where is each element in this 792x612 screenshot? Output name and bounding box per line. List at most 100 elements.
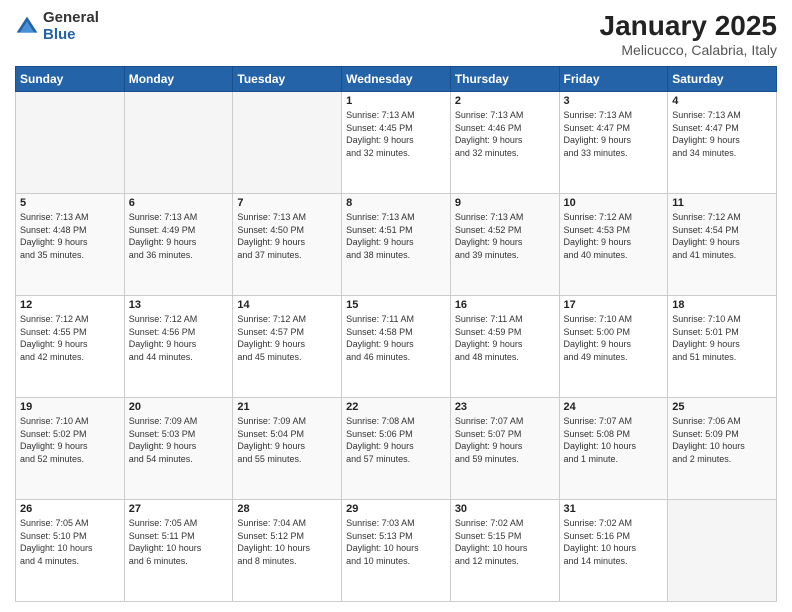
day-info: Sunrise: 7:13 AM Sunset: 4:48 PM Dayligh… [20, 211, 120, 261]
day-info: Sunrise: 7:07 AM Sunset: 5:08 PM Dayligh… [564, 415, 664, 465]
day-info: Sunrise: 7:08 AM Sunset: 5:06 PM Dayligh… [346, 415, 446, 465]
day-number: 18 [672, 299, 772, 311]
calendar-cell: 2Sunrise: 7:13 AM Sunset: 4:46 PM Daylig… [450, 92, 559, 194]
week-row-2: 5 Sunrise: 7:13 AM Sunset: 4:48 PM Daylig… [16, 194, 777, 296]
calendar-cell: 9 Sunrise: 7:13 AM Sunset: 4:52 PM Daylig… [450, 194, 559, 296]
day-number: 12 [20, 299, 120, 311]
day-number: 7 [237, 197, 337, 209]
day-info: Sunrise: 7:11 AM Sunset: 4:59 PM Dayligh… [455, 313, 555, 363]
day-info: Sunrise: 7:12 AM Sunset: 4:57 PM Dayligh… [237, 313, 337, 363]
calendar-cell: 22 Sunrise: 7:08 AM Sunset: 5:06 PM Dayli… [342, 398, 451, 500]
day-info: Sunrise: 7:12 AM Sunset: 4:55 PM Dayligh… [20, 313, 120, 363]
calendar-cell: 18 Sunrise: 7:10 AM Sunset: 5:01 PM Dayli… [668, 296, 777, 398]
calendar-cell: 1 Sunrise: 7:13 AM Sunset: 4:45 PM Daylig… [342, 92, 451, 194]
col-header-monday: Monday [124, 67, 233, 92]
day-info: Sunrise: 7:10 AM Sunset: 5:00 PM Dayligh… [564, 313, 664, 363]
calendar-subtitle: Melicucco, Calabria, Italy [600, 42, 777, 58]
day-info: Sunrise: 7:11 AM Sunset: 4:58 PM Dayligh… [346, 313, 446, 363]
calendar-cell: 3 Sunrise: 7:13 AM Sunset: 4:47 PM Daylig… [559, 92, 668, 194]
day-number: 26 [20, 503, 120, 515]
col-header-tuesday: Tuesday [233, 67, 342, 92]
calendar-cell: 17 Sunrise: 7:10 AM Sunset: 5:00 PM Dayli… [559, 296, 668, 398]
calendar-cell: 7 Sunrise: 7:13 AM Sunset: 4:50 PM Daylig… [233, 194, 342, 296]
calendar-cell: 29 Sunrise: 7:03 AM Sunset: 5:13 PM Dayli… [342, 500, 451, 602]
day-info: Sunrise: 7:13 AM Sunset: 4:47 PM Dayligh… [564, 109, 664, 159]
week-row-4: 19 Sunrise: 7:10 AM Sunset: 5:02 PM Dayli… [16, 398, 777, 500]
week-row-3: 12 Sunrise: 7:12 AM Sunset: 4:55 PM Dayli… [16, 296, 777, 398]
calendar-cell: 6Sunrise: 7:13 AM Sunset: 4:49 PM Daylig… [124, 194, 233, 296]
day-info: Sunrise: 7:12 AM Sunset: 4:54 PM Dayligh… [672, 211, 772, 261]
calendar-cell: 15Sunrise: 7:11 AM Sunset: 4:58 PM Dayli… [342, 296, 451, 398]
day-info: Sunrise: 7:07 AM Sunset: 5:07 PM Dayligh… [455, 415, 555, 465]
calendar-cell: 16Sunrise: 7:11 AM Sunset: 4:59 PM Dayli… [450, 296, 559, 398]
calendar-cell [124, 92, 233, 194]
calendar-cell: 27 Sunrise: 7:05 AM Sunset: 5:11 PM Dayli… [124, 500, 233, 602]
calendar-cell [16, 92, 125, 194]
day-info: Sunrise: 7:09 AM Sunset: 5:04 PM Dayligh… [237, 415, 337, 465]
day-number: 4 [672, 95, 772, 107]
col-header-wednesday: Wednesday [342, 67, 451, 92]
day-number: 28 [237, 503, 337, 515]
calendar-table: SundayMondayTuesdayWednesdayThursdayFrid… [15, 66, 777, 602]
day-number: 27 [129, 503, 229, 515]
day-number: 22 [346, 401, 446, 413]
col-header-thursday: Thursday [450, 67, 559, 92]
day-info: Sunrise: 7:13 AM Sunset: 4:49 PM Dayligh… [129, 211, 229, 261]
calendar-cell: 24Sunrise: 7:07 AM Sunset: 5:08 PM Dayli… [559, 398, 668, 500]
day-number: 30 [455, 503, 555, 515]
calendar-cell: 13 Sunrise: 7:12 AM Sunset: 4:56 PM Dayli… [124, 296, 233, 398]
day-number: 9 [455, 197, 555, 209]
calendar-cell: 5 Sunrise: 7:13 AM Sunset: 4:48 PM Daylig… [16, 194, 125, 296]
week-row-5: 26 Sunrise: 7:05 AM Sunset: 5:10 PM Dayli… [16, 500, 777, 602]
calendar-cell [668, 500, 777, 602]
day-number: 1 [346, 95, 446, 107]
day-info: Sunrise: 7:10 AM Sunset: 5:01 PM Dayligh… [672, 313, 772, 363]
day-info: Sunrise: 7:13 AM Sunset: 4:52 PM Dayligh… [455, 211, 555, 261]
day-info: Sunrise: 7:10 AM Sunset: 5:02 PM Dayligh… [20, 415, 120, 465]
calendar-cell: 23 Sunrise: 7:07 AM Sunset: 5:07 PM Dayli… [450, 398, 559, 500]
calendar-cell: 14 Sunrise: 7:12 AM Sunset: 4:57 PM Dayli… [233, 296, 342, 398]
day-number: 13 [129, 299, 229, 311]
calendar-cell [233, 92, 342, 194]
day-info: Sunrise: 7:13 AM Sunset: 4:50 PM Dayligh… [237, 211, 337, 261]
day-number: 17 [564, 299, 664, 311]
day-number: 14 [237, 299, 337, 311]
day-number: 2 [455, 95, 555, 107]
day-info: Sunrise: 7:12 AM Sunset: 4:56 PM Dayligh… [129, 313, 229, 363]
day-number: 21 [237, 401, 337, 413]
calendar-cell: 4 Sunrise: 7:13 AM Sunset: 4:47 PM Daylig… [668, 92, 777, 194]
col-header-sunday: Sunday [16, 67, 125, 92]
calendar-cell: 25Sunrise: 7:06 AM Sunset: 5:09 PM Dayli… [668, 398, 777, 500]
day-number: 20 [129, 401, 229, 413]
col-header-friday: Friday [559, 67, 668, 92]
logo: General Blue [15, 10, 99, 43]
day-info: Sunrise: 7:04 AM Sunset: 5:12 PM Dayligh… [237, 517, 337, 567]
calendar-title: January 2025 [600, 10, 777, 42]
day-number: 23 [455, 401, 555, 413]
day-info: Sunrise: 7:13 AM Sunset: 4:51 PM Dayligh… [346, 211, 446, 261]
day-info: Sunrise: 7:13 AM Sunset: 4:47 PM Dayligh… [672, 109, 772, 159]
day-number: 10 [564, 197, 664, 209]
calendar-cell: 11Sunrise: 7:12 AM Sunset: 4:54 PM Dayli… [668, 194, 777, 296]
day-info: Sunrise: 7:06 AM Sunset: 5:09 PM Dayligh… [672, 415, 772, 465]
calendar-cell: 8 Sunrise: 7:13 AM Sunset: 4:51 PM Daylig… [342, 194, 451, 296]
day-number: 19 [20, 401, 120, 413]
calendar-cell: 31Sunrise: 7:02 AM Sunset: 5:16 PM Dayli… [559, 500, 668, 602]
day-info: Sunrise: 7:12 AM Sunset: 4:53 PM Dayligh… [564, 211, 664, 261]
page: General Blue January 2025 Melicucco, Cal… [0, 0, 792, 612]
day-info: Sunrise: 7:03 AM Sunset: 5:13 PM Dayligh… [346, 517, 446, 567]
calendar-cell: 21 Sunrise: 7:09 AM Sunset: 5:04 PM Dayli… [233, 398, 342, 500]
day-info: Sunrise: 7:05 AM Sunset: 5:10 PM Dayligh… [20, 517, 120, 567]
day-info: Sunrise: 7:05 AM Sunset: 5:11 PM Dayligh… [129, 517, 229, 567]
day-number: 5 [20, 197, 120, 209]
calendar-cell: 30Sunrise: 7:02 AM Sunset: 5:15 PM Dayli… [450, 500, 559, 602]
week-row-1: 1 Sunrise: 7:13 AM Sunset: 4:45 PM Daylig… [16, 92, 777, 194]
day-info: Sunrise: 7:09 AM Sunset: 5:03 PM Dayligh… [129, 415, 229, 465]
day-number: 8 [346, 197, 446, 209]
logo-text: General Blue [43, 10, 99, 43]
logo-icon [15, 15, 39, 39]
title-block: January 2025 Melicucco, Calabria, Italy [600, 10, 777, 58]
day-number: 29 [346, 503, 446, 515]
day-info: Sunrise: 7:13 AM Sunset: 4:45 PM Dayligh… [346, 109, 446, 159]
day-number: 3 [564, 95, 664, 107]
